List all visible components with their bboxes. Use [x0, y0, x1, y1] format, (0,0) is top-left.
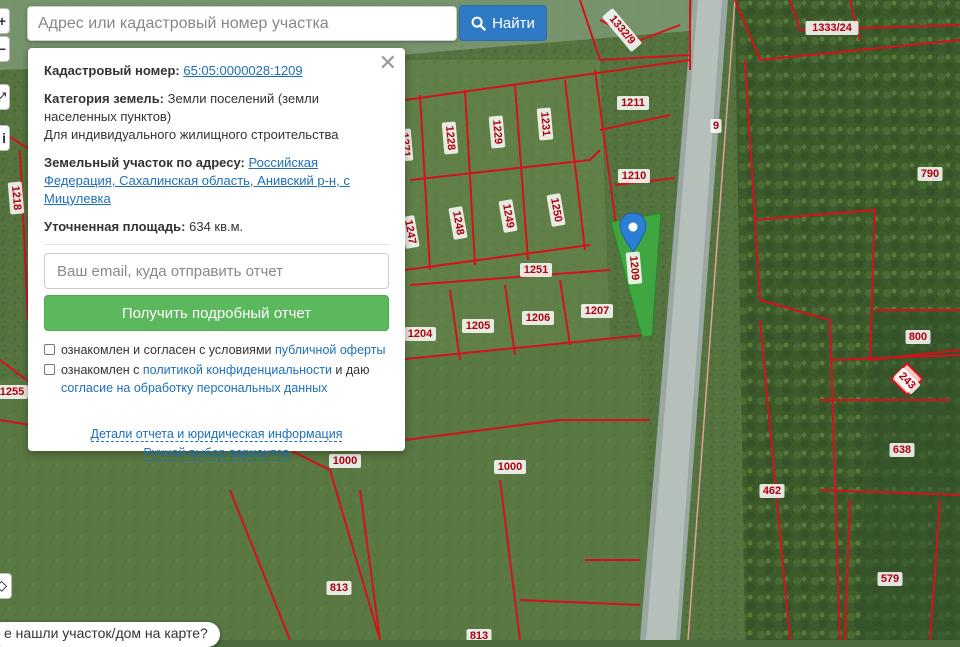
parcel-number-label: 1228: [443, 125, 457, 150]
category-label: Категория земель:: [44, 91, 165, 106]
layers-icon[interactable]: ◇: [0, 573, 12, 599]
usage-value: Для индивидуального жилищного строительс…: [44, 127, 339, 142]
parcel-number-label: 1206: [526, 312, 550, 324]
agree-offer-text: ознакомлен и согласен с условиями: [61, 343, 275, 357]
cadastral-link[interactable]: 65:05:0000028:1209: [183, 63, 302, 78]
search-button-label: Найти: [492, 14, 535, 32]
parcel-number-label: 1207: [585, 305, 609, 317]
parcel-number-label: 1209: [627, 255, 641, 280]
public-offer-link[interactable]: публичной оферты: [275, 343, 385, 357]
info-button[interactable]: i: [0, 125, 10, 151]
parcel-number-label: 1205: [466, 320, 490, 332]
parcel-number-label: 800: [909, 331, 927, 343]
parcel-number-label: 1204: [408, 328, 433, 340]
agree-offer-row: ознакомлен и согласен с условиями публич…: [44, 341, 389, 359]
parcel-number-label: 1218: [9, 185, 23, 210]
zoom-out-button[interactable]: −: [0, 36, 10, 62]
parcel-number-label: 1000: [498, 461, 522, 473]
agree-privacy-row: ознакомлен с политикой конфиденциальност…: [44, 361, 389, 397]
divider: [44, 244, 389, 245]
parcel-number-label: 1231: [538, 111, 552, 136]
parcel-number-label: 1333/24: [812, 22, 853, 34]
search-icon: [471, 16, 486, 31]
parcel-number-label: 1251: [524, 264, 548, 276]
zoom-in-button[interactable]: +: [0, 8, 10, 34]
parcel-number-label: 813: [330, 582, 348, 594]
parcel-number-label: 1210: [622, 170, 646, 182]
agree-privacy-checkbox[interactable]: [44, 364, 55, 375]
agree-privacy-mid: и даю: [331, 363, 370, 377]
search-input[interactable]: [28, 14, 456, 33]
cadastral-label: Кадастровый номер:: [44, 63, 180, 78]
area-label: Уточненная площадь:: [44, 219, 186, 234]
cadastral-row: Кадастровый номер: 65:05:0000028:1209: [44, 62, 389, 80]
category-row: Категория земель: Земли поселений (земли…: [44, 90, 389, 144]
close-icon[interactable]: ✕: [379, 52, 397, 74]
parcel-number-label: 1211: [621, 97, 645, 109]
area-value: 634 кв.м.: [189, 219, 244, 234]
get-report-button[interactable]: Получить подробный отчет: [44, 295, 389, 331]
report-details-link[interactable]: Детали отчета и юридическая информация: [90, 427, 343, 442]
personal-data-consent-link[interactable]: согласие на обработку персональных данны…: [61, 381, 327, 395]
search-button[interactable]: Найти: [459, 5, 547, 41]
parcel-number-label: 1255: [0, 386, 24, 398]
address-row: Земельный участок по адресу: Российская …: [44, 154, 389, 208]
email-input[interactable]: [44, 253, 389, 289]
parcel-number-label: 638: [893, 444, 911, 456]
manual-selection-link[interactable]: Ручной выбор вариантов: [143, 446, 290, 461]
privacy-policy-link[interactable]: политикой конфиденциальности: [143, 363, 332, 377]
parcel-number-label: 790: [921, 168, 939, 180]
address-label: Земельный участок по адресу:: [44, 155, 245, 170]
fullscreen-icon[interactable]: ⤢: [0, 84, 10, 110]
search-bar: [27, 6, 457, 41]
parcel-number-label: 462: [763, 485, 781, 497]
parcel-info-popup: ✕ Кадастровый номер: 65:05:0000028:1209 …: [28, 48, 405, 461]
popup-footer-links: Детали отчета и юридическая информация Р…: [44, 425, 389, 463]
parcel-number-label: 9: [713, 120, 719, 132]
agree-privacy-text: ознакомлен с: [61, 363, 143, 377]
agree-offer-checkbox[interactable]: [44, 344, 55, 355]
parcel-number-label: 813: [470, 630, 488, 640]
parcel-number-label: 579: [881, 573, 899, 585]
area-row: Уточненная площадь: 634 кв.м.: [44, 218, 389, 236]
not-found-hint[interactable]: е нашли участок/дом на карте?: [0, 622, 220, 647]
parcel-number-label: 1229: [490, 119, 504, 144]
